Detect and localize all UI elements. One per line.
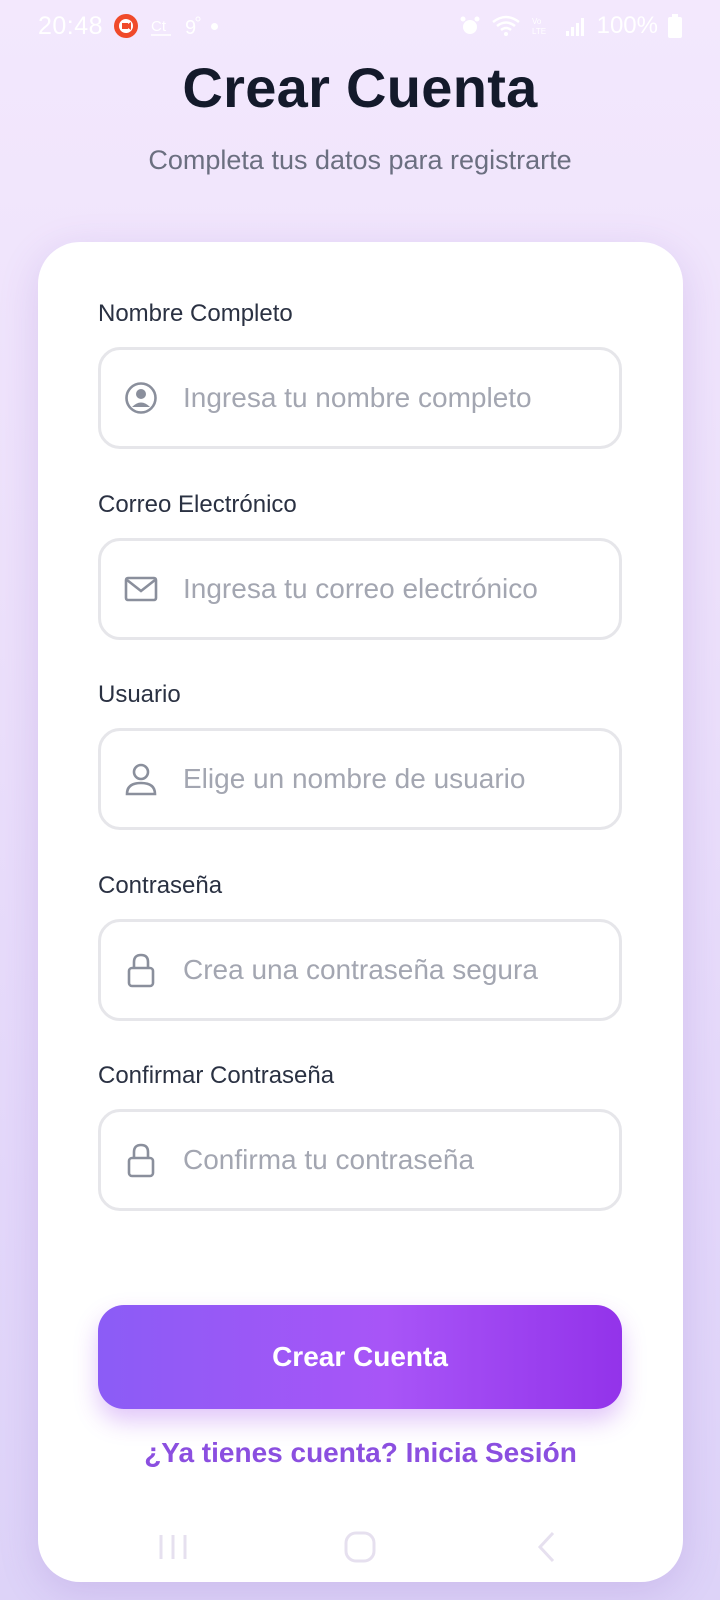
signal-icon	[565, 15, 587, 37]
password-input[interactable]	[183, 954, 603, 986]
svg-text:Ct: Ct	[151, 18, 167, 35]
recents-icon[interactable]	[143, 1517, 203, 1577]
email-label: Correo Electrónico	[98, 491, 297, 518]
mail-icon	[123, 571, 159, 607]
svg-text:Vo: Vo	[532, 17, 542, 26]
home-icon[interactable]	[330, 1517, 390, 1577]
email-field[interactable]	[98, 538, 622, 640]
full-name-input[interactable]	[183, 382, 603, 414]
temperature-icon: 9	[183, 14, 201, 38]
confirm-password-field[interactable]	[98, 1109, 622, 1211]
status-left: 20:48 Ct 9	[38, 11, 219, 41]
navigation-bar	[0, 1512, 720, 1582]
back-icon[interactable]	[517, 1517, 577, 1577]
confirm-password-input[interactable]	[183, 1144, 603, 1176]
volte-icon: Vo LTE	[531, 14, 555, 38]
svg-text:9: 9	[185, 17, 196, 38]
username-input[interactable]	[183, 763, 603, 795]
alarm-icon	[459, 15, 481, 37]
carrier-icon: Ct	[149, 14, 173, 38]
status-right: Vo LTE 100%	[459, 12, 682, 40]
email-input[interactable]	[183, 573, 603, 605]
lock-icon	[123, 1142, 159, 1178]
battery-percent: 100%	[596, 12, 658, 39]
confirm-password-label: Confirmar Contraseña	[98, 1062, 335, 1089]
registration-card: Nombre Completo Correo Electrónico Usuar…	[38, 242, 683, 1582]
login-link[interactable]: ¿Ya tienes cuenta? Inicia Sesión	[38, 1437, 683, 1469]
notification-dot	[211, 22, 219, 30]
battery-icon	[668, 14, 682, 38]
full-name-field[interactable]	[98, 347, 622, 449]
lock-icon	[123, 952, 159, 988]
status-time: 20:48	[38, 11, 104, 40]
create-account-button[interactable]: Crear Cuenta	[98, 1305, 622, 1409]
password-field[interactable]	[98, 919, 622, 1021]
username-label: Usuario	[98, 681, 181, 708]
screen-recorder-icon	[113, 13, 139, 39]
page-subtitle: Completa tus datos para registrarte	[148, 145, 572, 175]
full-name-label: Nombre Completo	[98, 300, 293, 327]
page-title: Crear Cuenta	[182, 56, 538, 119]
status-bar: 20:48 Ct 9 Vo LTE 100%	[0, 0, 720, 52]
user-icon	[123, 761, 159, 797]
password-label: Contraseña	[98, 872, 223, 899]
svg-text:LTE: LTE	[532, 27, 546, 36]
username-field[interactable]	[98, 728, 622, 830]
account-circle-icon	[123, 380, 159, 416]
wifi-icon	[491, 14, 521, 38]
